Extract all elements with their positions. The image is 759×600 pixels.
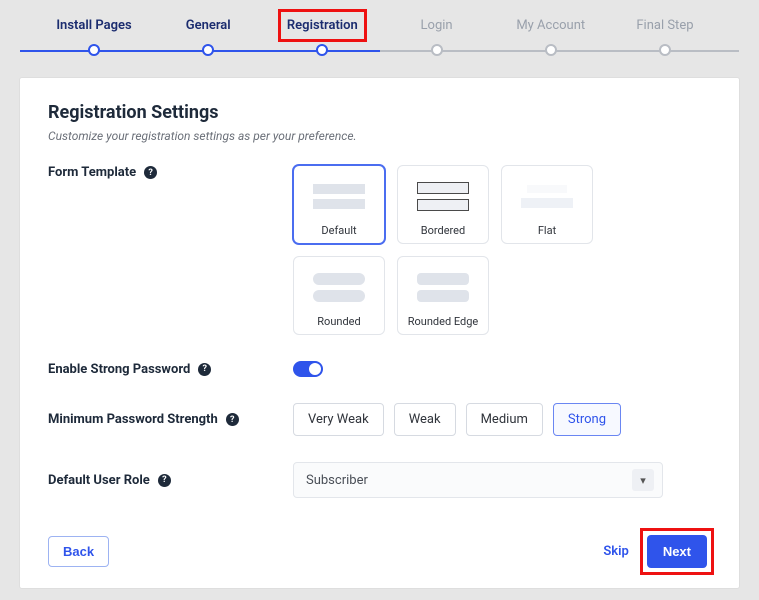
chevron-down-icon: ▾ [632, 469, 654, 491]
template-rounded[interactable]: Rounded [293, 256, 385, 335]
wizard-stepper: Install Pages General Registration Login… [20, 12, 739, 66]
select-value: Subscriber [306, 473, 368, 488]
toggle-knob-icon [309, 363, 321, 375]
step-install-pages[interactable]: Install Pages [44, 12, 144, 39]
step-label: Registration [281, 12, 364, 39]
template-bordered[interactable]: Bordered [397, 165, 489, 244]
step-general[interactable]: General [158, 12, 258, 39]
step-label: My Account [510, 12, 591, 39]
row-strong-password: Enable Strong Password ? [48, 361, 711, 377]
template-flat[interactable]: Flat [501, 165, 593, 244]
min-strength-label: Minimum Password Strength ? [48, 412, 293, 427]
help-icon[interactable]: ? [226, 413, 239, 426]
min-strength-options: Very Weak Weak Medium Strong [293, 403, 621, 436]
step-label: General [180, 12, 237, 39]
default-role-label: Default User Role ? [48, 473, 293, 488]
template-rounded-edge[interactable]: Rounded Edge [397, 256, 489, 335]
step-dot-icon [659, 44, 671, 56]
step-login[interactable]: Login [387, 12, 487, 39]
step-my-account[interactable]: My Account [501, 12, 601, 39]
step-label: Install Pages [50, 12, 137, 39]
next-highlight: Next [643, 531, 711, 572]
strength-strong[interactable]: Strong [553, 403, 621, 436]
template-default[interactable]: Default [293, 165, 385, 244]
row-default-role: Default User Role ? Subscriber ▾ [48, 462, 711, 498]
step-dot-icon [202, 44, 214, 56]
form-template-label: Form Template ? [48, 165, 293, 180]
strength-weak[interactable]: Weak [394, 403, 456, 436]
step-dot-icon [545, 44, 557, 56]
step-registration[interactable]: Registration [272, 12, 372, 39]
back-button[interactable]: Back [48, 536, 109, 567]
page-title: Registration Settings [48, 102, 711, 123]
step-dot-icon [88, 44, 100, 56]
help-icon[interactable]: ? [158, 474, 171, 487]
row-min-strength: Minimum Password Strength ? Very Weak We… [48, 403, 711, 436]
step-label: Login [415, 12, 459, 39]
default-role-select[interactable]: Subscriber ▾ [293, 462, 663, 498]
next-button[interactable]: Next [647, 535, 707, 568]
step-label: Final Step [630, 12, 699, 39]
strength-medium[interactable]: Medium [466, 403, 543, 436]
step-dot-icon [316, 44, 328, 56]
help-icon[interactable]: ? [144, 166, 157, 179]
settings-panel: Registration Settings Customize your reg… [20, 78, 739, 588]
strong-password-toggle[interactable] [293, 361, 323, 377]
form-template-options: Default Bordered Flat Rounded Rounded Ed… [293, 165, 693, 335]
row-form-template: Form Template ? Default Bordered Flat [48, 165, 711, 335]
strong-password-label: Enable Strong Password ? [48, 362, 293, 377]
step-dot-icon [431, 44, 443, 56]
help-icon[interactable]: ? [198, 363, 211, 376]
skip-link[interactable]: Skip [603, 544, 629, 559]
step-final[interactable]: Final Step [615, 12, 715, 39]
wizard-footer: Back Skip Next [48, 531, 711, 572]
strength-very-weak[interactable]: Very Weak [293, 403, 384, 436]
page-subtitle: Customize your registration settings as … [48, 129, 711, 143]
